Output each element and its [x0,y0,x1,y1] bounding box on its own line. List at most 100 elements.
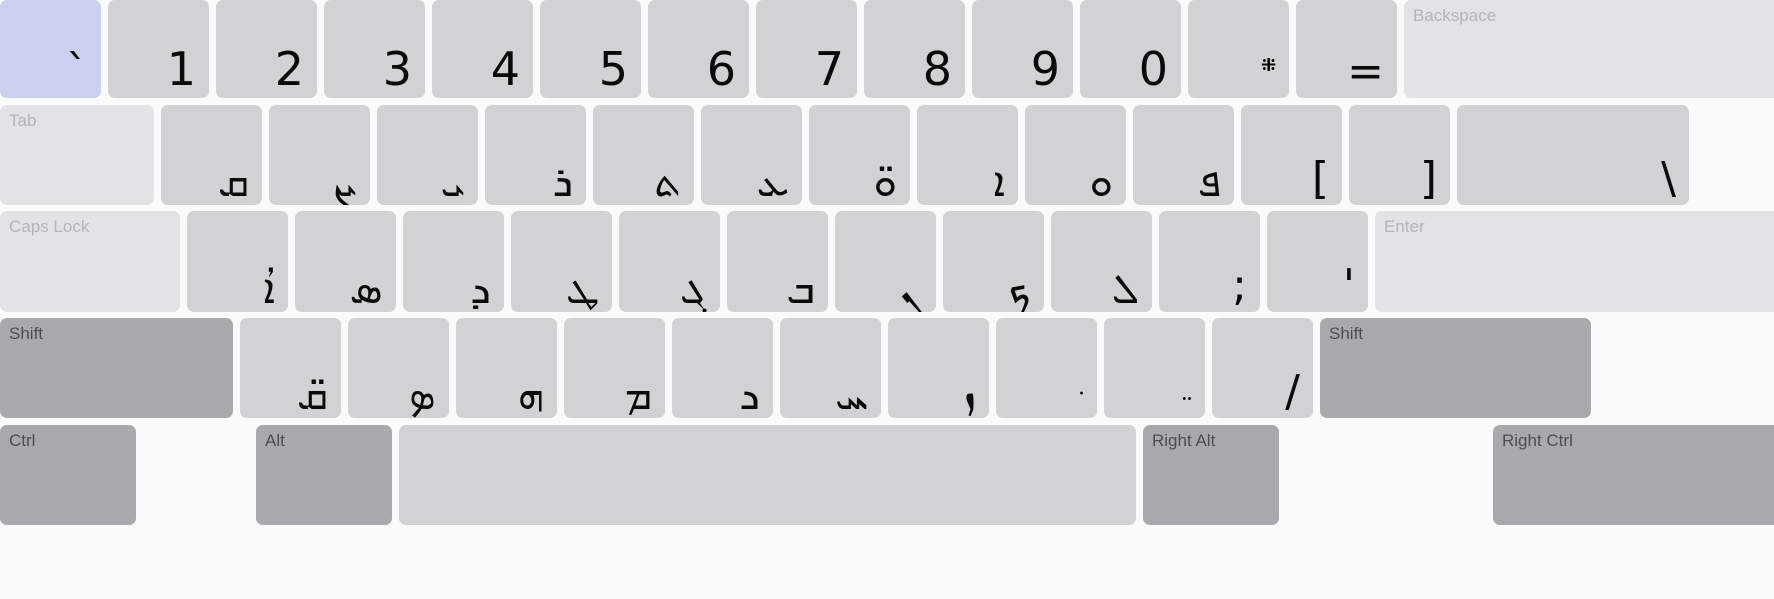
key-glyph: ܝ [440,157,466,205]
key-digit-3[interactable]: 3 [324,0,425,98]
shift-row: Shift ܩ̈ ܤ ܗ ܡ ܖ ܚ ܙ ܁ ܂܂ / Shift [0,318,1598,418]
key-glyph: [ [1311,153,1329,204]
key-glyph: \ [1661,153,1676,204]
key-key-e[interactable]: ܝ [377,105,478,205]
key-enter[interactable]: Enter [1375,211,1774,312]
key-glyph: 1 [166,42,196,96]
key-glyph: ܠ [1111,264,1139,312]
key-filler-left [143,425,249,525]
key-glyph: ܐܳ [263,264,275,312]
key-glyph: ܟ [1008,264,1031,312]
key-key-u[interactable]: ܘ̈ [809,105,910,205]
key-glyph: 3 [382,42,412,96]
key-glyph: ܢ [900,264,923,312]
key-key-a[interactable]: ܐܳ [187,211,288,312]
key-glyph: = [1347,46,1384,97]
key-glyph: 0 [1138,42,1168,96]
key-key-q[interactable]: ܩ [161,105,262,205]
key-digit-1[interactable]: 1 [108,0,209,98]
key-space[interactable] [399,425,1136,525]
key-glyph: / [1285,366,1300,417]
key-shift-left[interactable]: Shift [0,318,233,418]
key-caption: Shift [1329,324,1364,343]
key-key-t[interactable]: ܬ [593,105,694,205]
key-shift-right[interactable]: Shift [1320,318,1591,418]
key-backslash[interactable]: \ [1457,105,1689,205]
key-glyph: ܐ [993,157,1005,205]
key-glyph: ܡ [624,370,652,418]
key-key-i[interactable]: ܐ [917,105,1018,205]
key-glyph: ܗ [517,370,544,418]
home-row: Caps Lock ܐܳ ܣ ܕ ܛ ܓ ܒ ܢ ܟ ܠ; ' Enter [0,211,1774,312]
number-row: ` 1 2 3 4 5 6 7 8 9 0 ܍ = Backspace [0,0,1774,98]
key-key-v[interactable]: ܡ [564,318,665,418]
key-key-f[interactable]: ܛ [511,211,612,312]
key-key-o[interactable]: ܘ [1025,105,1126,205]
key-glyph: ܍ [1261,54,1276,84]
key-glyph: 8 [922,42,952,96]
key-glyph: ' [1342,260,1355,311]
key-key-y[interactable]: ܥ [701,105,802,205]
key-glyph: ܩ [217,157,249,205]
key-backspace[interactable]: Backspace [1404,0,1774,98]
key-key-k[interactable]: ܟ [943,211,1044,312]
key-digit-7[interactable]: 7 [756,0,857,98]
key-digit-8[interactable]: 8 [864,0,965,98]
key-ctrl-right[interactable]: Right Ctrl [1493,425,1774,525]
key-digit-6[interactable]: 6 [648,0,749,98]
key-glyph: ܁ [1078,374,1084,404]
key-key-b[interactable]: ܖ [672,318,773,418]
key-glyph: ܘ [1089,157,1113,205]
key-key-c[interactable]: ܗ [456,318,557,418]
key-tab[interactable]: Tab [0,105,154,205]
tab-row: Tab ܩ ܨ ܝ ܪ ܬ ܥ ܘ̈ ܐ ܘ ܦ [] \ [0,105,1696,205]
key-glyph: ܦ [1197,157,1221,205]
key-bracket-left[interactable]: [ [1241,105,1342,205]
key-key-d[interactable]: ܕ [403,211,504,312]
key-filler-right [1286,425,1486,525]
key-slash[interactable]: / [1212,318,1313,418]
key-digit-9[interactable]: 9 [972,0,1073,98]
key-glyph: ] [1419,153,1437,204]
key-caption: Shift [9,324,44,343]
key-key-h[interactable]: ܒ [727,211,828,312]
key-glyph: ܥ [756,157,789,205]
key-key-g[interactable]: ܓ [619,211,720,312]
key-key-l[interactable]: ܠ [1051,211,1152,312]
key-ctrl-left[interactable]: Ctrl [0,425,136,525]
key-quote[interactable]: ' [1267,211,1368,312]
key-digit-5[interactable]: 5 [540,0,641,98]
key-key-x[interactable]: ܤ [348,318,449,418]
key-equal[interactable]: = [1296,0,1397,98]
key-key-p[interactable]: ܦ [1133,105,1234,205]
key-glyph: ܖ [739,370,760,418]
key-backquote[interactable]: ` [0,0,101,98]
key-caption: Right Ctrl [1502,431,1573,450]
key-glyph: ܤ [409,370,436,418]
key-period[interactable]: ܂܂ [1104,318,1205,418]
key-comma[interactable]: ܁ [996,318,1097,418]
key-bracket-right[interactable]: ] [1349,105,1450,205]
key-alt-right[interactable]: Right Alt [1143,425,1279,525]
key-glyph: ܓ [679,264,707,312]
key-key-r[interactable]: ܪ [485,105,586,205]
key-key-n[interactable]: ܚ [780,318,881,418]
key-caps-lock[interactable]: Caps Lock [0,211,180,312]
key-semicolon[interactable]: ; [1159,211,1260,312]
key-glyph: ܘ̈ [873,157,897,205]
key-key-w[interactable]: ܨ [269,105,370,205]
key-digit-0[interactable]: 0 [1080,0,1181,98]
key-glyph: ܪ [552,157,573,205]
key-glyph: ܕ [470,264,491,312]
key-glyph: ܒ [786,264,815,312]
key-digit-2[interactable]: 2 [216,0,317,98]
key-digit-4[interactable]: 4 [432,0,533,98]
key-key-m[interactable]: ܙ [888,318,989,418]
key-key-s[interactable]: ܣ [295,211,396,312]
key-key-j[interactable]: ܢ [835,211,936,312]
key-alt-left[interactable]: Alt [256,425,392,525]
key-glyph: 6 [706,42,736,96]
key-glyph: ` [66,46,88,97]
key-minus[interactable]: ܍ [1188,0,1289,98]
key-key-z[interactable]: ܩ̈ [240,318,341,418]
